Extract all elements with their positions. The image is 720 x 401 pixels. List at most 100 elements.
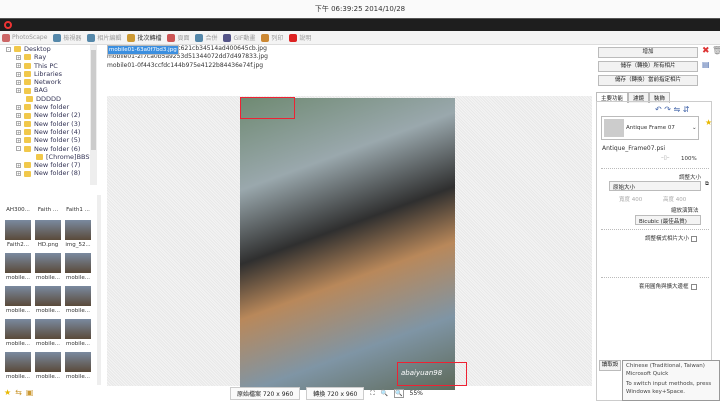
fit-landscape-option[interactable]: 調整橫式相片大小 bbox=[645, 234, 698, 242]
expand-toggle[interactable]: + bbox=[16, 79, 21, 85]
tree-item[interactable]: + Libraries bbox=[0, 70, 96, 78]
expand-toggle[interactable]: + bbox=[16, 63, 21, 69]
toolbar-item[interactable]: PhotoScape bbox=[2, 33, 47, 42]
zoom-in-icon[interactable]: 🔍 bbox=[381, 390, 388, 397]
settings-icon[interactable]: ▤ bbox=[702, 60, 710, 69]
expand-toggle[interactable]: + bbox=[16, 54, 21, 60]
thumbnail[interactable]: AH300... bbox=[4, 207, 32, 213]
tree-item[interactable]: + Ray bbox=[0, 53, 96, 61]
thumbnail[interactable]: mobile... bbox=[34, 319, 62, 347]
toolbar-item[interactable]: 列印 bbox=[261, 33, 283, 42]
toolbar-item[interactable]: 頁面 bbox=[167, 33, 189, 42]
folder-icon bbox=[24, 162, 31, 169]
tree-item[interactable]: + New folder (5) bbox=[0, 136, 96, 144]
thumbnail[interactable]: mobile... bbox=[64, 319, 92, 347]
toolbar-item[interactable]: 批次轉檔 bbox=[127, 33, 161, 42]
folder-icon bbox=[24, 54, 31, 61]
toolbar-item[interactable]: 檢視器 bbox=[53, 33, 81, 42]
toolbar-item[interactable]: 說明 bbox=[289, 33, 311, 42]
expand-toggle[interactable]: + bbox=[16, 104, 21, 110]
tree-item[interactable]: + New folder bbox=[0, 103, 96, 111]
highlight-box-logo bbox=[240, 97, 295, 119]
frame-select[interactable]: Antique Frame 07 ⌄ bbox=[601, 116, 699, 140]
thumbnail[interactable]: mobile... bbox=[4, 286, 32, 314]
thumbnail-image bbox=[5, 286, 31, 306]
thumbnail[interactable]: mobile... bbox=[34, 286, 62, 314]
tree-item[interactable]: + BAG bbox=[0, 86, 96, 94]
resize-select[interactable]: 原始大小 bbox=[609, 181, 701, 191]
trash-icon[interactable]: 🗑 bbox=[712, 46, 720, 55]
tree-item[interactable]: + This PC bbox=[0, 62, 96, 70]
folder-icon bbox=[26, 95, 33, 102]
opacity-value: 100% bbox=[681, 156, 697, 162]
width-field[interactable]: 寬度 400 bbox=[619, 195, 642, 203]
tree-item[interactable]: - Desktop bbox=[0, 45, 96, 53]
fit-icon[interactable]: ⛶ bbox=[370, 390, 374, 398]
zoom-level: 55% bbox=[409, 390, 423, 397]
thumbnail[interactable]: Faith1 ... bbox=[64, 207, 92, 213]
thumbnail[interactable]: Faith2... bbox=[4, 220, 32, 248]
thumbnail-image bbox=[65, 286, 91, 306]
expand-toggle[interactable]: + bbox=[16, 71, 21, 77]
file-list-item[interactable]: mobile01-0f443ccfdc144b975e4122b84436e74… bbox=[107, 62, 307, 70]
tree-item[interactable]: + New folder (2) bbox=[0, 111, 96, 119]
save-current-button[interactable]: 儲存（轉換）當前指定相片 bbox=[598, 75, 698, 86]
thumbnail[interactable]: mobile... bbox=[4, 352, 32, 380]
tree-item[interactable]: + New folder (4) bbox=[0, 128, 96, 136]
add-button[interactable]: 增加 bbox=[598, 47, 698, 58]
favorite-star-icon[interactable]: ★ bbox=[705, 118, 712, 127]
tree-scrollbar[interactable] bbox=[90, 45, 97, 185]
expand-toggle[interactable]: + bbox=[16, 113, 21, 119]
zoom-out-icon[interactable]: 🔍 bbox=[394, 389, 404, 398]
tree-item[interactable]: + New folder (7) bbox=[0, 161, 96, 169]
folder-icon[interactable]: ▣ bbox=[26, 388, 34, 397]
algo-select[interactable]: Bicubic (最佳品質) bbox=[635, 215, 701, 225]
toolbar-item[interactable]: GIF動畫 bbox=[223, 33, 255, 42]
remove-icon[interactable]: ✖ bbox=[702, 46, 710, 56]
round-corner-option[interactable]: 套用圓角與擴大邊框 bbox=[639, 282, 697, 290]
thumbnail-image bbox=[5, 319, 31, 339]
thumbnail[interactable]: mobile... bbox=[64, 352, 92, 380]
toolbar-item[interactable]: 相片編輯 bbox=[87, 33, 121, 42]
expand-toggle[interactable]: - bbox=[6, 46, 11, 52]
toolbar-item[interactable]: 合併 bbox=[195, 33, 217, 42]
tree-item[interactable]: [Chrome]BBSfo bbox=[0, 153, 96, 161]
expand-toggle[interactable]: + bbox=[16, 162, 21, 168]
thumbnail[interactable]: mobile... bbox=[4, 319, 32, 347]
expand-toggle[interactable]: + bbox=[16, 129, 21, 135]
right-panel: 增加 ✖ 🗑 儲存（轉換）所有相片 ▤ 儲存（轉換）當前指定相片 主要功能 濾鏡… bbox=[594, 45, 720, 401]
thumbnail-grid: AH300... Faith ... Faith1 ... Faith2... HD.p… bbox=[0, 195, 97, 385]
toolbar-icon bbox=[2, 33, 10, 42]
converted-size: 轉換 720 x 960 bbox=[306, 387, 365, 400]
algo-label: 縮放演算法 bbox=[671, 208, 699, 214]
thumbnail[interactable]: mobile... bbox=[4, 253, 32, 281]
thumbnail[interactable]: mobile... bbox=[34, 253, 62, 281]
favorite-star-icon[interactable]: ★ bbox=[4, 388, 11, 397]
load-settings-button[interactable]: 讀取設 bbox=[599, 360, 621, 371]
thumbnail-image bbox=[65, 220, 91, 240]
tree-item[interactable]: - New folder (6) bbox=[0, 145, 96, 153]
thumbnail[interactable]: mobile... bbox=[34, 352, 62, 380]
copy-icon[interactable]: ⧉ bbox=[705, 181, 709, 188]
tree-item[interactable]: + Network bbox=[0, 78, 96, 86]
rotate-icon[interactable]: ⇆ bbox=[15, 388, 22, 397]
thumbnail[interactable]: HD.png bbox=[34, 220, 62, 248]
tree-item[interactable]: + New folder (8) bbox=[0, 169, 96, 177]
folder-tree[interactable]: - Desktop + Ray + This PC + Libraries + Network + B… bbox=[0, 45, 97, 185]
expand-toggle[interactable]: + bbox=[16, 121, 21, 127]
opacity-slider[interactable]: –▯– bbox=[661, 155, 670, 161]
save-all-button[interactable]: 儲存（轉換）所有相片 bbox=[598, 61, 698, 72]
tree-item[interactable]: + New folder (3) bbox=[0, 120, 96, 128]
expand-toggle[interactable]: - bbox=[16, 146, 21, 152]
thumbnail[interactable]: mobile... bbox=[64, 286, 92, 314]
thumbnail[interactable]: img_52... bbox=[64, 220, 92, 248]
expand-toggle[interactable]: + bbox=[16, 88, 21, 94]
expand-toggle[interactable]: + bbox=[16, 171, 21, 177]
tree-item[interactable]: DDDDD bbox=[0, 95, 96, 103]
expand-toggle[interactable]: + bbox=[16, 137, 21, 143]
thumbnail[interactable]: Faith ... bbox=[34, 207, 62, 213]
undo-redo-icons[interactable]: ↶ ↷ ⇋ ⇵ bbox=[655, 105, 689, 114]
thumbnail[interactable]: mobile... bbox=[64, 253, 92, 281]
height-field[interactable]: 高度 400 bbox=[663, 195, 686, 203]
thumbnail-scrollbar[interactable] bbox=[97, 195, 101, 385]
